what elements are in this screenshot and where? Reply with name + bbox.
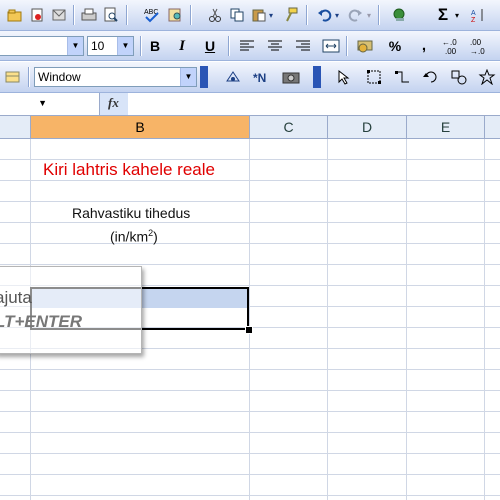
open-icon[interactable] xyxy=(4,4,26,26)
research-icon[interactable] xyxy=(164,4,186,26)
column-header-b[interactable]: B xyxy=(31,116,250,138)
increase-decimal-icon[interactable]: ←.0.00 xyxy=(442,35,468,57)
print-preview-icon[interactable] xyxy=(100,4,122,26)
align-left-icon[interactable] xyxy=(236,35,258,57)
chevron-down-icon: ▼ xyxy=(180,68,196,86)
font-name-dropdown[interactable]: Window ▼ xyxy=(34,67,197,87)
column-header-f[interactable] xyxy=(485,116,500,138)
sort-ascending-icon[interactable]: AZ xyxy=(468,4,490,26)
redo-dropdown-icon[interactable]: ▾ xyxy=(364,4,374,26)
column-header-e[interactable]: E xyxy=(407,116,485,138)
copy-icon[interactable] xyxy=(226,4,248,26)
autosum-dropdown-icon[interactable]: ▾ xyxy=(452,4,462,26)
currency-icon[interactable] xyxy=(354,35,376,57)
font-name-value: Window xyxy=(38,70,81,84)
text-box-icon[interactable]: *N xyxy=(250,66,272,88)
font-size-value: 10 xyxy=(91,39,105,53)
hint-tooltip xyxy=(0,266,142,354)
svg-text:→.0: →.0 xyxy=(470,47,485,55)
undo-dropdown-icon[interactable]: ▾ xyxy=(332,4,342,26)
name-box[interactable]: ▼ xyxy=(0,93,100,115)
redo-icon[interactable] xyxy=(344,4,366,26)
font-name-dropdown[interactable]: ▼ xyxy=(0,36,84,56)
cell-title-text[interactable]: Kiri lahtris kahele reale xyxy=(43,160,215,180)
column-header-c[interactable]: C xyxy=(250,116,328,138)
italic-button[interactable]: I xyxy=(172,36,192,56)
print-icon[interactable] xyxy=(78,4,100,26)
paste-dropdown-icon[interactable]: ▾ xyxy=(266,4,276,26)
row-header-corner[interactable] xyxy=(0,116,31,138)
hint-tooltip-line2: LT+ENTER xyxy=(0,312,83,331)
chevron-down-icon: ▼ xyxy=(67,37,83,55)
chevron-down-icon: ▼ xyxy=(117,37,133,55)
chevron-down-icon[interactable]: ▼ xyxy=(38,98,47,108)
insert-function-button[interactable]: fx xyxy=(108,95,119,111)
select-objects-icon[interactable] xyxy=(334,66,356,88)
svg-text:*N: *N xyxy=(253,71,266,85)
bold-button[interactable]: B xyxy=(145,36,165,56)
align-center-icon[interactable] xyxy=(264,35,286,57)
shapes-icon[interactable] xyxy=(448,66,470,88)
permission-icon[interactable] xyxy=(26,4,48,26)
draw-menu-icon[interactable] xyxy=(2,66,24,88)
drawing-toolbar: Window ▼ *N xyxy=(0,62,500,93)
label-line2-pre: (in/km xyxy=(110,228,149,245)
font-size-dropdown[interactable]: 10 ▼ xyxy=(87,36,134,56)
hyperlink-icon[interactable] xyxy=(388,4,410,26)
spelling-icon[interactable]: ABC xyxy=(141,4,163,26)
svg-text:.00: .00 xyxy=(470,38,482,47)
toolbar-overflow-grip[interactable] xyxy=(313,66,321,88)
percent-button[interactable]: % xyxy=(385,36,405,56)
camera-icon[interactable] xyxy=(280,66,302,88)
cell-label-line1[interactable]: Rahvastiku tihedus xyxy=(72,205,190,221)
email-icon[interactable] xyxy=(48,4,70,26)
format-painter-icon[interactable] xyxy=(280,4,302,26)
toolbar-overflow-grip[interactable] xyxy=(200,66,208,88)
standard-toolbar: ABC ▾ ▾ ▾ Σ ▾ AZ xyxy=(0,0,500,31)
star-shape-icon[interactable] xyxy=(476,66,498,88)
svg-text:.00: .00 xyxy=(445,47,457,55)
connector-icon[interactable] xyxy=(392,66,414,88)
underline-button[interactable]: U xyxy=(200,36,220,56)
cut-icon[interactable] xyxy=(204,4,226,26)
label-line2-post: ) xyxy=(153,228,158,245)
edit-points-icon[interactable] xyxy=(364,66,386,88)
svg-text:A: A xyxy=(471,10,476,17)
formula-bar: ▼ fx xyxy=(0,93,500,116)
comma-button[interactable]: , xyxy=(414,36,434,56)
svg-text:←.0: ←.0 xyxy=(442,38,457,47)
align-right-icon[interactable] xyxy=(292,35,314,57)
fill-handle[interactable] xyxy=(245,326,253,334)
formula-input[interactable] xyxy=(128,93,500,115)
svg-text:Z: Z xyxy=(471,17,476,23)
autosum-icon[interactable]: Σ xyxy=(432,4,454,26)
hint-tooltip-line1: ajuta xyxy=(0,288,32,307)
column-header-d[interactable]: D xyxy=(328,116,407,138)
cell-label-line2[interactable]: (in/km2) xyxy=(110,228,158,245)
rotate-icon[interactable] xyxy=(420,66,442,88)
column-headers: B C D E xyxy=(0,116,500,139)
insert-shape-icon[interactable] xyxy=(222,66,244,88)
decrease-decimal-icon[interactable]: .00 →.0 xyxy=(470,35,496,57)
merge-center-icon[interactable] xyxy=(320,35,342,57)
